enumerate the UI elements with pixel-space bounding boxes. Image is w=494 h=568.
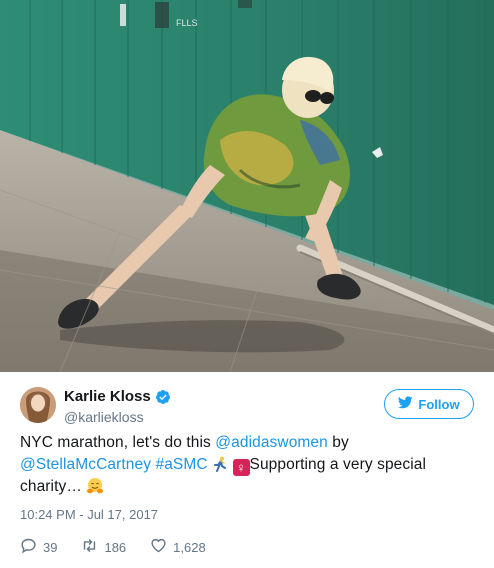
verified-badge-icon <box>155 389 171 405</box>
runner-emoji-icon <box>212 456 228 472</box>
tweet-timestamp[interactable]: 10:24 PM - Jul 17, 2017 <box>20 507 158 522</box>
like-count: 1,628 <box>173 539 206 555</box>
twitter-bird-icon <box>398 396 414 412</box>
tweet-text: NYC marathon, let's do this @adidaswomen… <box>20 432 475 498</box>
tweet-text-part: Supporting a very special <box>249 456 427 473</box>
like-action[interactable]: 1,628 <box>150 537 206 557</box>
author-handle[interactable]: @karliekloss <box>64 409 144 425</box>
wall-text: FLLS <box>176 18 198 28</box>
reply-icon <box>20 537 43 557</box>
author-name-row[interactable]: Karlie Kloss <box>64 388 171 405</box>
mention-link[interactable]: @StellaMcCartney <box>20 456 151 473</box>
tweet-actions: 39 186 1,628 <box>20 537 230 557</box>
reply-action[interactable]: 39 <box>20 537 57 557</box>
tweet-text-part: NYC marathon, let's do this <box>20 434 216 451</box>
hugging-face-emoji-icon <box>86 477 104 495</box>
tweet-card: Karlie Kloss @karliekloss Follow NYC mar… <box>0 372 494 568</box>
tweet-text-part: charity… <box>20 478 87 495</box>
mention-link[interactable]: @adidaswomen <box>215 434 328 451</box>
retweet-icon <box>81 537 104 557</box>
retweet-count: 186 <box>104 539 127 555</box>
female-sign-emoji-icon: ♀ <box>232 459 250 476</box>
retweet-action[interactable]: 186 <box>81 537 126 557</box>
follow-button[interactable]: Follow <box>384 389 474 419</box>
follow-button-label: Follow <box>418 396 460 412</box>
heart-icon <box>150 537 173 557</box>
avatar[interactable] <box>20 387 56 423</box>
tweet-photo[interactable]: FLLS <box>0 0 494 372</box>
hashtag-link[interactable]: #aSMC <box>155 456 207 473</box>
reply-count: 39 <box>43 539 58 555</box>
author-display-name[interactable]: Karlie Kloss <box>64 388 151 405</box>
tweet-text-part: by <box>327 434 349 451</box>
